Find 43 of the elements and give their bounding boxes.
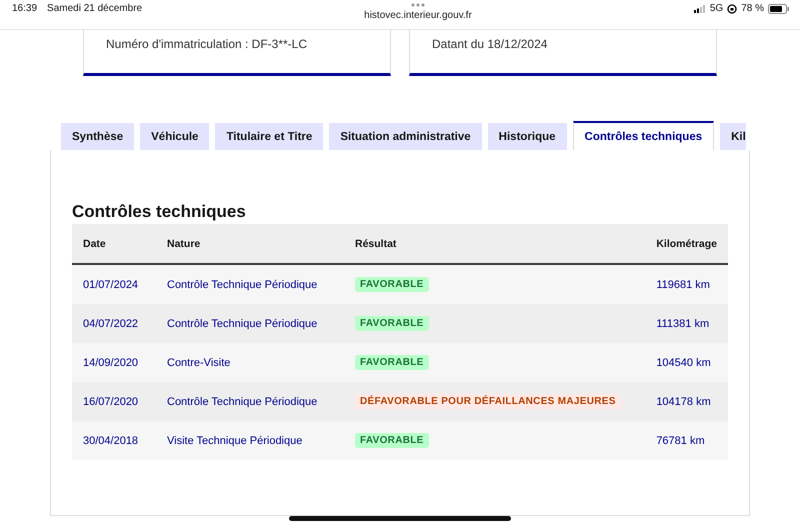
table-cell: 16/07/2020 bbox=[72, 382, 156, 421]
result-badge: FAVORABLE bbox=[355, 355, 429, 370]
info-text: Datant du 18/12/2024 bbox=[432, 37, 548, 51]
table-cell: Contrôle Technique Périodique bbox=[156, 304, 344, 343]
table-cell: 76781 km bbox=[645, 421, 728, 460]
table-cell: 30/04/2018 bbox=[72, 421, 156, 460]
table-cell: 14/09/2020 bbox=[72, 343, 156, 382]
table-cell: 104540 km bbox=[645, 343, 728, 382]
table-cell: Contrôle Technique Périodique bbox=[156, 264, 344, 304]
table-cell: 119681 km bbox=[645, 264, 728, 304]
table-cell: Contrôle Technique Périodique bbox=[156, 382, 344, 421]
section-title: Contrôles techniques bbox=[72, 202, 247, 222]
tab[interactable]: Titulaire et Titre bbox=[215, 123, 324, 150]
tab[interactable]: Véhicule bbox=[140, 123, 210, 150]
orientation-lock-icon bbox=[727, 4, 738, 14]
tab[interactable]: Situation administrative bbox=[329, 123, 482, 150]
battery-icon bbox=[768, 4, 790, 14]
clock: 16:39 bbox=[12, 3, 38, 16]
table-cell: Visite Technique Périodique bbox=[156, 421, 344, 460]
table-cell: 111381 km bbox=[645, 304, 728, 343]
battery-level: 78 % bbox=[741, 3, 764, 14]
table-cell: 01/07/2024 bbox=[72, 264, 156, 304]
tab[interactable]: Historique bbox=[488, 123, 567, 150]
result-badge: FAVORABLE bbox=[355, 316, 429, 331]
tab[interactable]: Synthèse bbox=[61, 123, 134, 150]
info-text: Numéro d'immatriculation : DF-3**-LC bbox=[106, 37, 308, 51]
network-label: 5G bbox=[710, 3, 724, 14]
column-header: Kilométrage bbox=[645, 224, 728, 264]
result-badge: FAVORABLE bbox=[355, 433, 429, 448]
column-header: Résultat bbox=[344, 224, 646, 264]
column-header: Date bbox=[72, 224, 156, 264]
url[interactable]: histovec.interieur.gouv.fr bbox=[364, 10, 472, 21]
table-cell: Contre-Visite bbox=[156, 343, 344, 382]
tab[interactable]: Contrôles techniques bbox=[572, 121, 714, 150]
table-cell: 04/07/2022 bbox=[72, 304, 156, 343]
column-header: Nature bbox=[156, 224, 344, 264]
table-cell: 104178 km bbox=[645, 382, 728, 421]
tab[interactable]: Kil bbox=[720, 123, 746, 150]
result-badge: FAVORABLE bbox=[355, 277, 429, 292]
date: Samedi 21 décembre bbox=[47, 3, 142, 16]
more-icon[interactable] bbox=[410, 3, 425, 7]
signal-icon bbox=[694, 4, 706, 12]
result-badge: DÉFAVORABLE POUR DÉFAILLANCES MAJEURES bbox=[355, 394, 621, 409]
